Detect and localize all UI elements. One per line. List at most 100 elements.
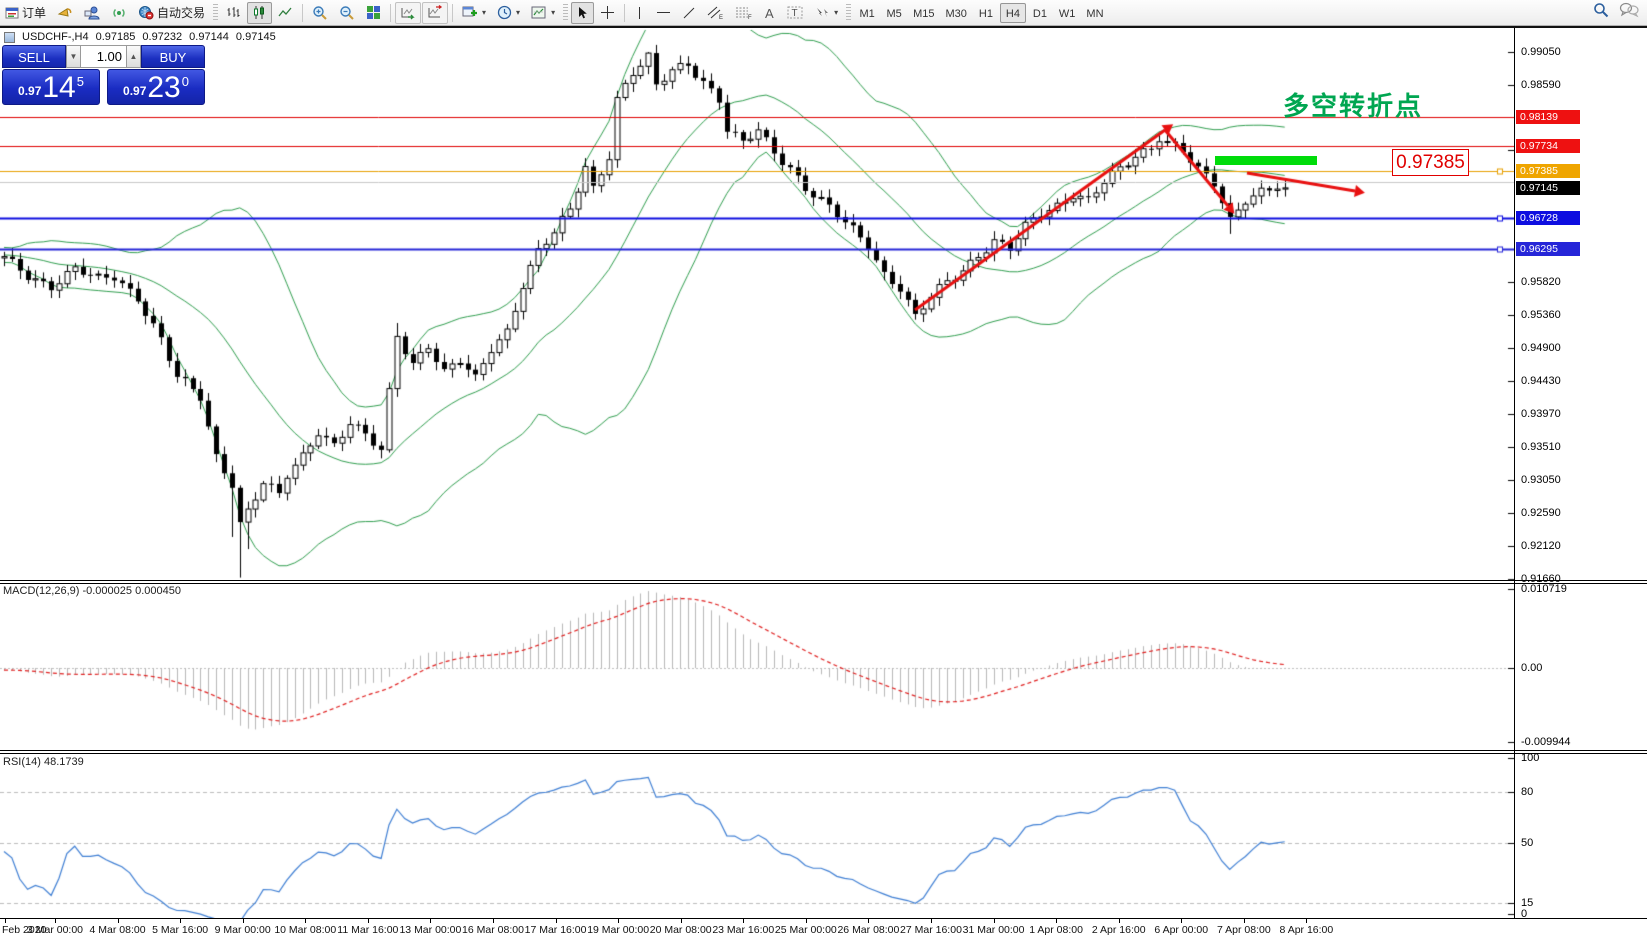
timeframe-mn[interactable]: MN	[1081, 3, 1108, 23]
zoom-in-icon	[312, 5, 328, 21]
chat-icon[interactable]	[1619, 2, 1639, 18]
price-line-chip: 0.97385	[1516, 164, 1580, 178]
time-axis-label: 1 Apr 08:00	[1029, 924, 1083, 936]
chevron-down-icon: ▾	[482, 8, 486, 17]
time-axis-label: 5 Mar 16:00	[152, 924, 208, 936]
search-icon[interactable]	[1593, 2, 1609, 18]
price-tick-label: 0.99050	[1521, 46, 1561, 58]
timeframe-m15[interactable]: M15	[908, 3, 939, 23]
sell-price-big: 14	[42, 74, 75, 102]
channel-button[interactable]: E	[702, 2, 729, 24]
volume-decrease-button[interactable]: ▼	[66, 45, 81, 68]
time-axis-label: 25 Mar 00:00	[775, 924, 837, 936]
auto-scroll-button[interactable]	[395, 2, 421, 24]
time-axis-label: 20 Mar 08:00	[650, 924, 712, 936]
signals-button[interactable]	[106, 2, 132, 24]
sell-price-sup: 5	[77, 74, 84, 89]
time-axis-tick	[994, 919, 995, 923]
timeframe-m30[interactable]: M30	[941, 3, 972, 23]
cursor-button[interactable]	[571, 2, 594, 24]
time-axis-tick	[681, 919, 682, 923]
time-axis[interactable]: Feb 20203 Mar 00:004 Mar 08:005 Mar 16:0…	[0, 918, 1647, 948]
sell-button[interactable]: SELL	[2, 45, 66, 68]
volume-increase-button[interactable]: ▲	[126, 45, 141, 68]
new-chart-button[interactable]: ▾	[457, 2, 491, 24]
time-axis-label: 9 Mar 00:00	[215, 924, 271, 936]
timeframe-m5[interactable]: M5	[881, 3, 907, 23]
svg-text:T: T	[792, 8, 798, 19]
time-axis-tick	[868, 919, 869, 923]
time-axis-tick	[1244, 919, 1245, 923]
templates-button[interactable]: ▾	[526, 2, 560, 24]
toolbar-separator	[624, 4, 625, 22]
timeframe-m1[interactable]: M1	[854, 3, 880, 23]
vertical-line-icon	[634, 6, 645, 20]
pane-separator[interactable]	[0, 750, 1647, 751]
chevron-down-icon: ▾	[516, 8, 520, 17]
community-button[interactable]	[79, 2, 105, 24]
time-axis-label: 8 Apr 16:00	[1280, 924, 1334, 936]
rsi-label: RSI(14) 48.1739	[3, 756, 84, 768]
time-axis-tick	[55, 919, 56, 923]
time-axis-label: 4 Mar 08:00	[90, 924, 146, 936]
buy-button[interactable]: BUY	[141, 45, 205, 68]
macd-label: MACD(12,26,9) -0.000025 0.000450	[3, 585, 181, 597]
chart-shift-icon	[427, 5, 443, 20]
pane-separator[interactable]	[0, 580, 1647, 581]
template-icon	[531, 5, 547, 20]
zoom-out-button[interactable]	[334, 2, 360, 24]
chevron-down-icon: ▾	[834, 8, 838, 17]
tile-windows-button[interactable]	[361, 2, 386, 24]
volume-input[interactable]: 1.00	[81, 45, 126, 68]
fibonacci-icon: F	[735, 5, 752, 20]
ohlc-close: 0.97145	[236, 31, 276, 43]
vertical-line-button[interactable]	[629, 2, 650, 24]
new-order-label: 订单	[22, 4, 46, 21]
alerts-button[interactable]	[52, 2, 78, 24]
trendline-button[interactable]	[677, 2, 701, 24]
timeframe-h1[interactable]: H1	[973, 3, 999, 23]
line-chart-button[interactable]	[273, 2, 298, 24]
sell-price-panel[interactable]: 0.97 14 5	[2, 69, 100, 105]
time-axis-tick	[618, 919, 619, 923]
tile-windows-icon	[366, 5, 381, 20]
price-axis-line[interactable]	[1514, 28, 1515, 918]
toolbar-grip	[846, 4, 851, 22]
chart-shift-button[interactable]	[422, 2, 448, 24]
shapes-button[interactable]: ▾	[809, 2, 843, 24]
periods-button[interactable]: ▾	[492, 2, 525, 24]
pane-separator[interactable]	[0, 583, 1647, 584]
mt4-window: 订单 自动交易	[0, 0, 1647, 948]
text-icon: A	[763, 6, 776, 20]
price-callout-box: 0.97385	[1392, 149, 1469, 176]
time-axis-tick	[368, 919, 369, 923]
time-axis-label: 3 Mar 00:00	[27, 924, 83, 936]
candlestick-button[interactable]	[247, 2, 272, 24]
horizontal-line-button[interactable]	[651, 2, 676, 24]
main-toolbar: 订单 自动交易	[0, 0, 1647, 26]
timeframe-w1[interactable]: W1	[1054, 3, 1081, 23]
timeframe-h4[interactable]: H4	[1000, 3, 1026, 23]
time-axis-tick	[556, 919, 557, 923]
fibonacci-button[interactable]: F	[730, 2, 757, 24]
price-tick-label: 0.94900	[1521, 342, 1561, 354]
arrow-shapes-icon	[814, 5, 830, 20]
pane-separator[interactable]	[0, 753, 1647, 754]
megaphone-icon	[57, 5, 73, 20]
auto-trading-button[interactable]: 自动交易	[133, 2, 210, 24]
crosshair-button[interactable]	[595, 2, 620, 24]
line-chart-icon	[278, 5, 293, 20]
chart-symbol-icon	[4, 32, 15, 43]
buy-price-prefix: 0.97	[123, 84, 146, 98]
bar-chart-button[interactable]	[221, 2, 246, 24]
price-tick-label: 0.95360	[1521, 309, 1561, 321]
chart-ohlc-header: USDCHF-,H4 0.97185 0.97232 0.97144 0.971…	[4, 31, 276, 43]
text-button[interactable]: A	[758, 2, 781, 24]
zoom-in-button[interactable]	[307, 2, 333, 24]
new-order-button[interactable]: 订单	[0, 2, 51, 24]
signal-icon	[111, 5, 127, 20]
timeframe-d1[interactable]: D1	[1027, 3, 1053, 23]
buy-price-panel[interactable]: 0.97 23 0	[107, 69, 205, 105]
svg-text:E: E	[719, 15, 723, 20]
text-label-button[interactable]: T	[782, 2, 808, 24]
